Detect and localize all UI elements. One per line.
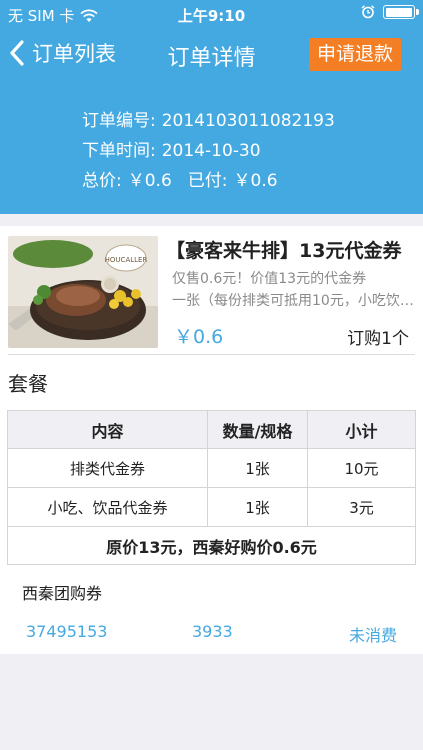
table-cell: 3元: [307, 487, 416, 527]
product-description-line: 仅售0.6元！价值13元的代金券: [172, 271, 367, 287]
status-time: 上午9:10: [177, 7, 246, 25]
total-label: 总价:: [82, 171, 122, 191]
alarm-clock-icon: [361, 5, 375, 19]
status-bar: 无 SIM 卡 上午9:10: [0, 0, 423, 28]
product-title[interactable]: 【豪客来牛排】13元代金券: [166, 236, 416, 263]
divider: [8, 354, 415, 355]
product-quantity: 订购1个: [347, 329, 409, 349]
product-description-line: 一张（每份排类可抵用10元，小吃饮品可抵用3元）: [172, 293, 414, 309]
steak-photo: HOUCALLER: [8, 236, 158, 348]
package-table: 内容 数量/规格 小计 排类代金券 1张 10元 小吃、饮品代金券 1张 3元 …: [7, 410, 416, 565]
voucher-status: 未消费: [348, 626, 397, 645]
table-cell: 小吃、饮品代金券: [7, 487, 208, 527]
paid-value: ￥0.6: [233, 171, 278, 191]
paid-label: 已付:: [187, 171, 228, 191]
order-number-label: 订单编号:: [82, 111, 156, 131]
order-time-label: 下单时间:: [82, 141, 156, 161]
table-header-row: 内容 数量/规格 小计: [7, 410, 416, 449]
product-price: ￥0.6: [174, 326, 224, 348]
package-section-title: 套餐: [8, 372, 48, 396]
voucher-section-title: 西秦团购券: [22, 584, 103, 603]
column-header-quantity: 数量/规格: [207, 410, 308, 449]
order-detail-card: HOUCALLER 【豪客来牛排】13元代金券 仅售0.6元！价值13元的代金券…: [0, 226, 423, 654]
order-number: 2014103011082193: [161, 111, 335, 131]
order-summary: 订单编号: 2014103011082193 下单时间: 2014-10-30 …: [82, 106, 335, 196]
package-total: 原价13元，西秦好购价0.6元: [7, 526, 416, 565]
voucher-password: 3933: [192, 622, 233, 641]
refund-button[interactable]: 申请退款: [308, 38, 401, 71]
table-row: 排类代金券 1张 10元: [7, 448, 416, 488]
table-cell: 10元: [307, 448, 416, 488]
back-label: 订单列表: [32, 42, 116, 66]
table-total-row: 原价13元，西秦好购价0.6元: [7, 526, 416, 565]
table-cell: 排类代金券: [7, 448, 208, 488]
navigation-bar: 订单列表 订单详情 申请退款: [0, 28, 423, 82]
order-time: 2014-10-30: [161, 141, 261, 161]
table-cell: 1张: [207, 487, 308, 527]
restaurant-logo-text: HOUCALLER: [105, 256, 148, 264]
chevron-left-icon: [10, 40, 24, 66]
product-image[interactable]: HOUCALLER: [8, 236, 158, 348]
back-button[interactable]: 订单列表: [8, 38, 116, 68]
table-row: 小吃、饮品代金券 1张 3元: [7, 487, 416, 527]
total-value: ￥0.6: [127, 171, 172, 191]
column-header-subtotal: 小计: [307, 410, 416, 449]
battery-icon: [383, 5, 419, 19]
product-description: 仅售0.6元！价值13元的代金券 一张（每份排类可抵用10元，小吃饮品可抵用3元…: [172, 268, 414, 312]
table-cell: 1张: [207, 448, 308, 488]
column-header-content: 内容: [7, 410, 208, 449]
voucher-code: 37495153: [26, 622, 108, 641]
